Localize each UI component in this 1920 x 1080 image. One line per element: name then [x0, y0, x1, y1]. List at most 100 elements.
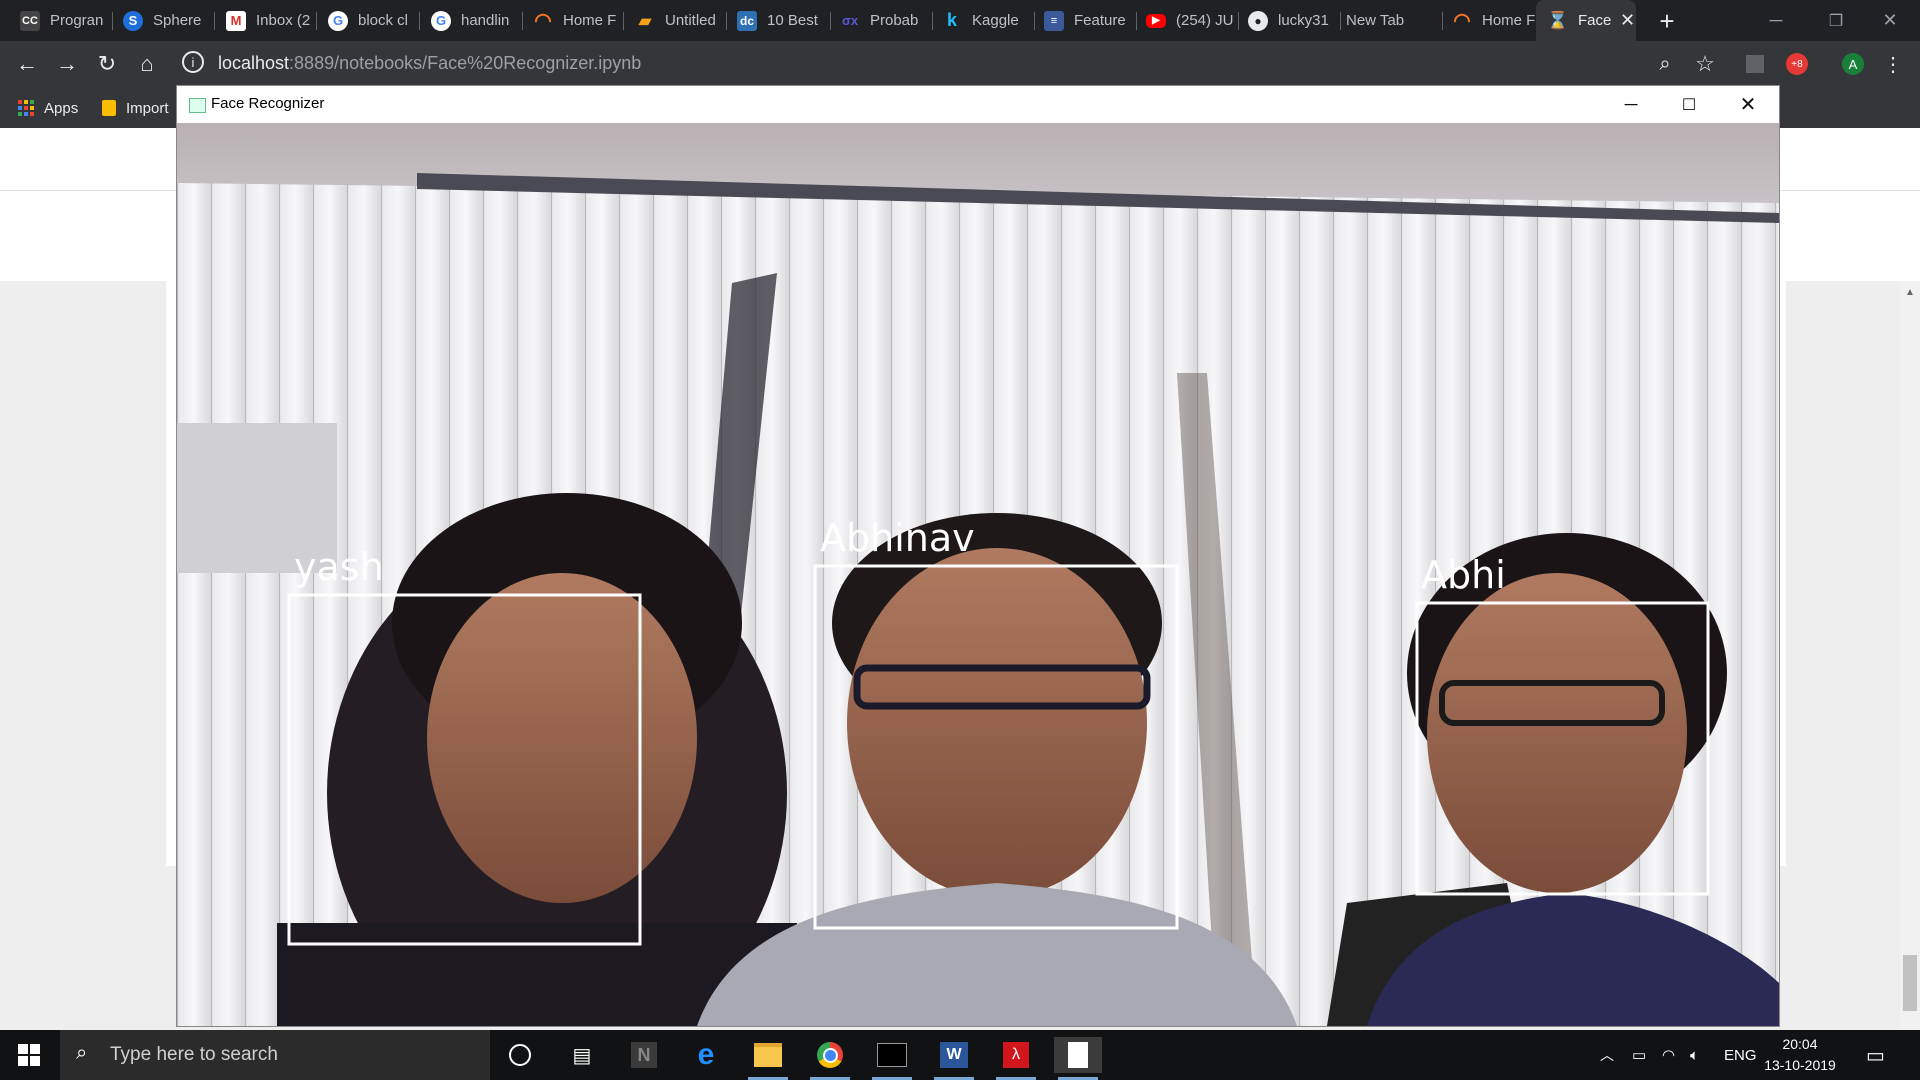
onenote-icon[interactable]: N	[620, 1037, 668, 1073]
tab-face-active[interactable]: ⌛ Face ✕	[1536, 0, 1636, 41]
info-icon[interactable]: i	[182, 51, 204, 73]
folder-icon	[102, 100, 116, 116]
task-view-icon[interactable]: ▤	[558, 1037, 606, 1073]
menu-kebab-icon[interactable]: ⋮	[1878, 49, 1908, 79]
window-close-icon[interactable]: ✕	[1719, 86, 1777, 123]
url-path: :8889/notebooks/Face%20Recognizer.ipynb	[289, 53, 642, 73]
chrome-icon[interactable]	[806, 1037, 854, 1080]
minimize-icon[interactable]: ─	[1746, 0, 1806, 41]
tab-jupyter-home-2[interactable]: ◠ Home F	[1432, 0, 1544, 41]
tab-untitled[interactable]: ▰ Untitled	[615, 0, 727, 41]
doc-icon: ≡	[1044, 10, 1064, 31]
star-icon[interactable]: ☆	[1690, 49, 1720, 79]
webcam-frame: yash Abhinav Abhi	[177, 123, 1779, 1026]
apps-grid-icon	[18, 100, 34, 116]
dc-icon: dc	[737, 10, 757, 31]
face-label-abhinav: Abhinav	[820, 516, 975, 560]
bookmark-label: Apps	[44, 99, 79, 117]
address-bar[interactable]: localhost:8889/notebooks/Face%20Recogniz…	[218, 53, 641, 74]
tab-programiz[interactable]: CC Progran	[0, 0, 112, 41]
reload-icon[interactable]: ↻	[92, 49, 122, 79]
word-icon[interactable]: W	[930, 1037, 978, 1080]
tab-10-best[interactable]: dc 10 Best	[717, 0, 829, 41]
extension-icon[interactable]	[1746, 55, 1764, 73]
acrobat-icon[interactable]: λ	[992, 1037, 1040, 1080]
gmail-icon: M	[226, 10, 246, 31]
tab-close-icon[interactable]: ✕	[1620, 10, 1635, 31]
hourglass-icon: ⌛	[1547, 10, 1569, 30]
window-minimize-icon[interactable]: ─	[1602, 86, 1660, 123]
stats-icon: σx	[841, 13, 859, 28]
zoom-icon[interactable]: ⌕	[1650, 49, 1680, 79]
tab-sphere[interactable]: S Sphere	[103, 0, 215, 41]
bookmark-apps[interactable]: Apps	[18, 95, 78, 121]
start-button[interactable]	[0, 1030, 58, 1080]
browser-tab-strip: CC Progran S Sphere M Inbox (2 G block c…	[0, 0, 1920, 41]
face-label-abhi: Abhi	[1421, 553, 1506, 597]
tab-label: Probab	[870, 12, 919, 29]
bookmark-import[interactable]: Import	[102, 95, 176, 121]
extension-badge-label: +8	[1791, 58, 1803, 70]
tab-label: 10 Best	[767, 12, 818, 29]
tab-probability[interactable]: σx Probab	[820, 0, 932, 41]
tab-label: Kaggle	[972, 12, 1019, 29]
extension-badge-icon[interactable]: +8	[1786, 53, 1808, 75]
tab-kaggle[interactable]: k Kaggle	[922, 0, 1034, 41]
bookmark-label: Import	[126, 99, 169, 117]
google-icon: G	[431, 10, 451, 31]
tab-jupyter-home[interactable]: ◠ Home F	[513, 0, 621, 41]
window-titlebar[interactable]: Face Recognizer ─ ☐ ✕	[177, 86, 1779, 123]
windows-taskbar: ⌕ Type here to search ▤ N e W λ ︿ ▭ ◠ 🔈︎…	[0, 1030, 1920, 1080]
taskbar-clock[interactable]: 20:04 13-10-2019	[1752, 1034, 1848, 1076]
tab-feature[interactable]: ≡ Feature	[1024, 0, 1136, 41]
profile-avatar[interactable]: A	[1842, 53, 1864, 75]
tab-github[interactable]: ● lucky31	[1228, 0, 1340, 41]
tab-gmail[interactable]: M Inbox (2	[206, 0, 314, 41]
tab-label: block cl	[358, 12, 409, 29]
scroll-up-icon[interactable]: ▲	[1905, 287, 1915, 298]
sphere-icon: S	[123, 10, 143, 31]
windows-logo-icon	[18, 1044, 40, 1066]
forward-icon[interactable]: →	[52, 49, 82, 79]
new-tab-button[interactable]: +	[1652, 6, 1682, 36]
edge-icon[interactable]: e	[682, 1037, 730, 1073]
file-explorer-icon[interactable]	[744, 1037, 792, 1080]
volume-icon[interactable]: 🔈︎	[1690, 1030, 1699, 1080]
profile-initial: A	[1848, 56, 1858, 72]
face-label-yash: yash	[294, 545, 384, 589]
page-scrollbar[interactable]: ▲	[1900, 281, 1920, 1030]
tab-google-block[interactable]: G block cl	[308, 0, 416, 41]
browser-toolbar: ← → ↻ ⌂ i localhost:8889/notebooks/Face%…	[0, 41, 1920, 87]
cc-icon: CC	[20, 10, 40, 31]
tab-label: Inbox (2	[256, 12, 311, 29]
taskbar-search[interactable]: ⌕ Type here to search	[60, 1030, 490, 1080]
jupyter-icon: ◠	[534, 10, 552, 32]
home-icon[interactable]: ⌂	[132, 49, 162, 79]
terminal-icon[interactable]	[868, 1037, 916, 1080]
tab-label: Face	[1578, 12, 1612, 29]
notifications-icon[interactable]: ▭	[1866, 1030, 1885, 1080]
tab-label: New Tab	[1346, 12, 1405, 29]
page-scrollbar-thumb[interactable]	[1903, 955, 1917, 1011]
battery-icon[interactable]: ▭	[1632, 1030, 1646, 1080]
close-icon[interactable]: ✕	[1860, 0, 1920, 41]
tab-label: (254) JU	[1176, 12, 1234, 29]
window-app-icon	[189, 98, 206, 113]
window-maximize-icon[interactable]: ☐	[1660, 86, 1718, 123]
cortana-icon[interactable]	[496, 1037, 544, 1073]
wifi-icon[interactable]: ◠	[1662, 1030, 1675, 1080]
show-hidden-icons[interactable]: ︿	[1600, 1030, 1614, 1080]
tab-label: Progran	[50, 12, 104, 29]
tab-label: lucky31	[1278, 12, 1329, 29]
tab-google-handling[interactable]: G handlin	[411, 0, 519, 41]
google-icon: G	[328, 10, 348, 31]
back-icon[interactable]: ←	[12, 49, 42, 79]
kaggle-icon: k	[946, 10, 957, 30]
github-icon: ●	[1248, 10, 1268, 31]
notepad-icon[interactable]	[1054, 1037, 1102, 1080]
tab-new-tab[interactable]: New Tab	[1332, 0, 1444, 41]
restore-icon[interactable]: ❐	[1806, 0, 1866, 41]
youtube-icon: ▶	[1146, 13, 1166, 28]
tab-youtube[interactable]: ▶ (254) JU	[1126, 0, 1238, 41]
clock-time: 20:04	[1782, 1036, 1818, 1052]
